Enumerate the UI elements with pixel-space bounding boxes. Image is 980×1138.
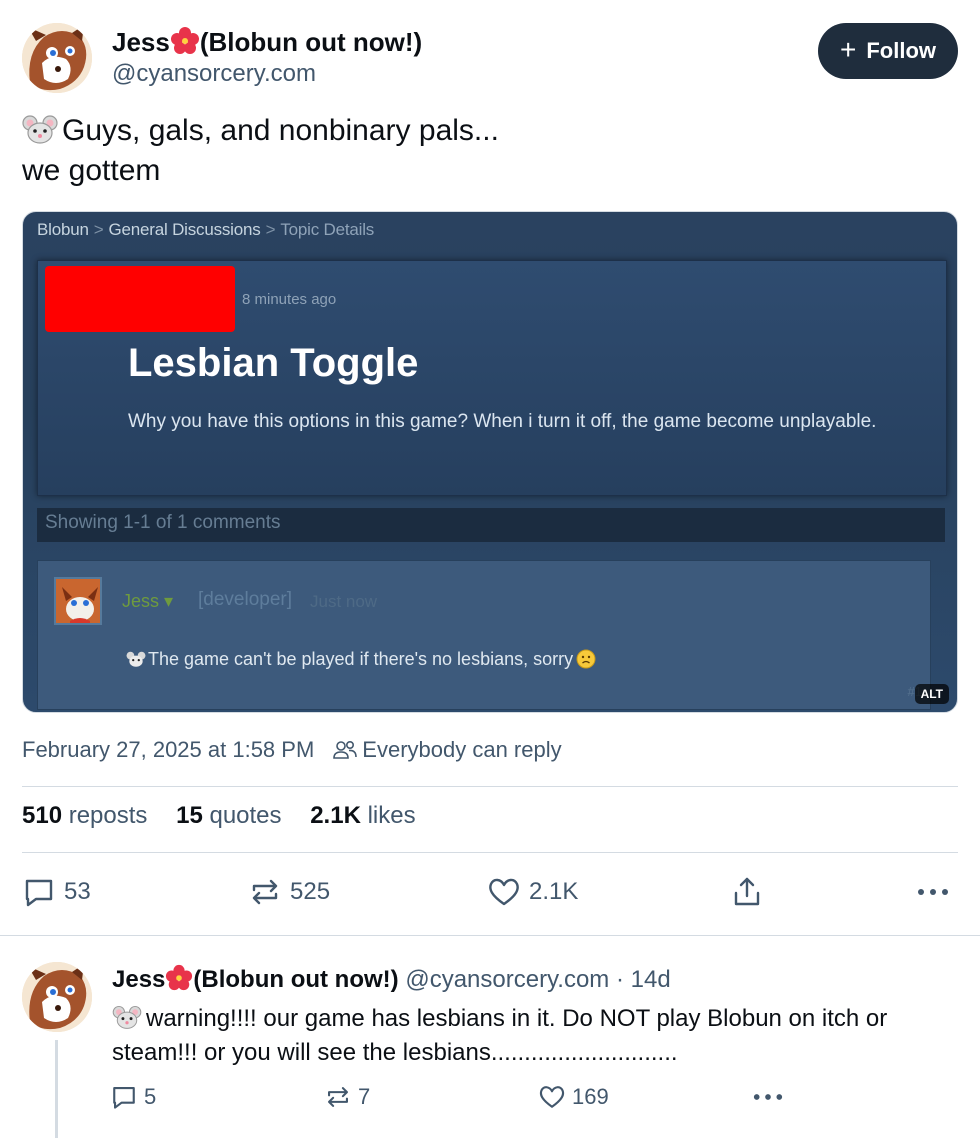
reply-text: warning!!!! our game has lesbians in it.… xyxy=(112,1002,952,1070)
sad-face-icon xyxy=(576,649,596,669)
reply-header: Jess (Blobun out now!) @cyansorcery.com ·… xyxy=(112,964,671,994)
divider xyxy=(0,935,980,936)
mouse-emoji-icon xyxy=(112,1005,142,1029)
reply-reply-button[interactable]: 5 xyxy=(110,1080,156,1114)
reply-handle[interactable]: @cyansorcery.com xyxy=(405,966,609,993)
people-icon xyxy=(333,740,358,759)
reposts-label[interactable]: reposts xyxy=(69,802,148,829)
author-name-suffix: (Blobun out now!) xyxy=(199,27,423,57)
author-avatar[interactable] xyxy=(22,23,92,93)
reply-like-button[interactable]: 169 xyxy=(538,1080,609,1114)
breadcrumb-game: Blobun xyxy=(37,220,89,239)
hibiscus-icon xyxy=(170,27,199,54)
follow-label: Follow xyxy=(866,38,936,63)
like-icon xyxy=(539,1086,565,1108)
thread-line xyxy=(55,1040,58,1138)
like-icon xyxy=(489,878,519,906)
engagement-stats: 510 reposts 15 quotes 2.1K likes xyxy=(22,802,438,830)
breadcrumb-page: Topic Details xyxy=(280,220,375,239)
reply-count: 53 xyxy=(64,878,91,905)
reply-author-name[interactable]: Jess (Blobun out now!) xyxy=(112,964,399,993)
reply-author-avatar[interactable] xyxy=(22,962,92,1032)
more-icon xyxy=(918,889,948,895)
comment-time: Just now xyxy=(310,592,378,611)
repost-count: 525 xyxy=(290,878,331,905)
post-text-line-1: Guys, gals, and nonbinary pals... xyxy=(62,114,499,147)
post-timestamp[interactable]: February 27, 2025 at 1:58 PM xyxy=(22,737,314,763)
reply-reply-count: 5 xyxy=(144,1084,157,1109)
topic-time: 8 minutes ago xyxy=(242,291,337,308)
reply-repost-button[interactable]: 7 xyxy=(324,1080,370,1114)
reply-author-name-suffix: (Blobun out now!) xyxy=(193,966,399,993)
post-text: Guys, gals, and nonbinary pals... we got… xyxy=(22,111,922,191)
reply-button[interactable]: 53 xyxy=(22,872,91,912)
comment-box: Jess ▾ [developer] Just now The game can… xyxy=(37,560,931,710)
reply-more-options-button[interactable] xyxy=(752,1080,790,1114)
breadcrumb-section: General Discussions xyxy=(108,220,261,239)
comment-text-body: The game can't be played if there's no l… xyxy=(148,649,574,669)
alt-text-badge[interactable]: ALT xyxy=(914,684,949,704)
comment-author-text: Jess xyxy=(122,591,160,611)
reposts-count[interactable]: 510 xyxy=(22,802,62,829)
divider xyxy=(22,786,958,787)
reply-repost-count: 7 xyxy=(358,1084,371,1109)
like-button[interactable]: 2.1K xyxy=(487,872,578,912)
likes-count[interactable]: 2.1K xyxy=(310,802,361,829)
comment-role: [developer] xyxy=(198,589,293,610)
likes-label[interactable]: likes xyxy=(368,802,416,829)
redaction-box xyxy=(45,266,235,332)
author-handle[interactable]: @cyansorcery.com xyxy=(112,60,316,88)
topic-body: Why you have this options in this game? … xyxy=(128,411,877,432)
embedded-image[interactable]: Blobun > General Discussions > Topic Details… xyxy=(22,211,958,713)
plus-icon: + xyxy=(839,33,857,65)
more-options-button[interactable] xyxy=(916,872,958,912)
breadcrumb: Blobun > General Discussions > Topic Details xyxy=(37,220,375,239)
repost-button[interactable]: 525 xyxy=(248,872,330,912)
post-meta: February 27, 2025 at 1:58 PM Everybody c… xyxy=(22,737,562,763)
topic-title: Lesbian Toggle xyxy=(128,341,419,385)
hibiscus-icon xyxy=(166,964,193,991)
topic-box: 8 minutes ago Lesbian Toggle Why you hav… xyxy=(37,260,947,496)
follow-button[interactable]: + Follow xyxy=(818,23,958,79)
comment-avatar xyxy=(54,577,102,625)
reply-icon xyxy=(25,879,53,907)
more-icon xyxy=(753,1094,783,1100)
author-name[interactable]: Jess (Blobun out now!) xyxy=(112,26,422,58)
repost-icon xyxy=(328,1087,348,1107)
reply-age[interactable]: · 14d xyxy=(616,966,671,993)
quotes-label[interactable]: quotes xyxy=(209,802,281,829)
reply-like-count: 169 xyxy=(572,1084,609,1109)
share-icon xyxy=(734,877,760,906)
reply-setting: Everybody can reply xyxy=(362,737,562,762)
comment-text: The game can't be played if there's no l… xyxy=(126,649,596,670)
share-button[interactable] xyxy=(730,872,772,912)
reply-text-body: warning!!!! our game has lesbians in it.… xyxy=(112,1005,888,1066)
mouse-emoji-icon xyxy=(126,651,146,667)
divider xyxy=(22,852,958,853)
mouse-emoji-icon xyxy=(22,115,58,144)
reply-author-name-text: Jess xyxy=(112,966,166,993)
reply-icon xyxy=(113,1087,135,1109)
like-count: 2.1K xyxy=(529,878,579,905)
comment-author: Jess ▾ xyxy=(122,591,174,611)
comments-count: Showing 1-1 of 1 comments xyxy=(37,508,945,542)
author-name-text: Jess xyxy=(112,27,170,57)
repost-icon xyxy=(252,879,278,905)
quotes-count[interactable]: 15 xyxy=(176,802,203,829)
post-text-line-2: we gottem xyxy=(22,154,161,187)
